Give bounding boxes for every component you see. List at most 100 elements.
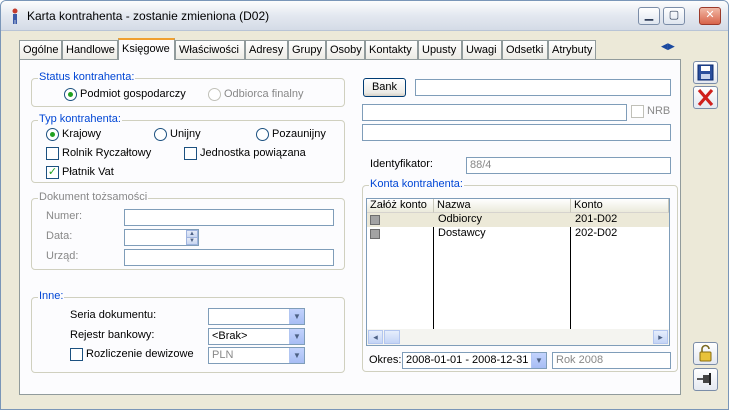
- konta-table[interactable]: Załóż konto Nazwa Konto Odbiorcy 201-D02…: [366, 198, 670, 346]
- chevron-down-icon[interactable]: ▼: [289, 329, 304, 344]
- row-nazwa: Odbiorcy: [438, 213, 483, 225]
- identyfikator-value: 88/4: [470, 159, 492, 171]
- okres-value: 2008-01-01 - 2008-12-31: [406, 354, 529, 366]
- cancel-icon: [697, 88, 714, 107]
- data-label: Data:: [46, 230, 73, 242]
- typ-group: Typ kontrahenta: Krajowy Unijny Pozaunij…: [31, 113, 345, 183]
- padlock-icon: [699, 344, 712, 362]
- nrb-checkbox: [631, 105, 644, 118]
- cancel-button[interactable]: [693, 86, 718, 109]
- pozaunijny-label: Pozaunijny: [272, 128, 326, 140]
- okres-select[interactable]: 2008-01-01 - 2008-12-31 ▼: [402, 352, 547, 369]
- tab-adresy[interactable]: Adresy: [245, 40, 288, 59]
- urzad-label: Urząd:: [46, 250, 79, 262]
- rozliczenie-dewizowe-checkbox[interactable]: [70, 348, 83, 361]
- scroll-thumb[interactable]: [384, 330, 400, 344]
- radio-unijny[interactable]: [154, 128, 167, 141]
- rejestr-bankowy-select[interactable]: <Brak> ▼: [208, 328, 305, 345]
- tab-scroll-right-icon[interactable]: ▶: [668, 41, 675, 51]
- urzad-input[interactable]: [124, 249, 334, 266]
- waluta-value: PLN: [212, 349, 234, 361]
- zaloz-konto-checkbox[interactable]: [370, 215, 380, 225]
- tab-handlowe[interactable]: Handlowe: [62, 40, 118, 59]
- column-header-konto[interactable]: Konto: [571, 199, 669, 213]
- chevron-down-icon[interactable]: ▼: [531, 353, 546, 368]
- rolnik-ryczaltowy-label: Rolnik Ryczałtowy: [62, 147, 152, 159]
- radio-pozaunijny[interactable]: [256, 128, 269, 141]
- rejestr-bankowy-value: <Brak>: [212, 330, 248, 342]
- tab-osoby[interactable]: Osoby: [326, 40, 365, 59]
- numer-label: Numer:: [46, 210, 83, 222]
- scroll-left-icon[interactable]: ◂: [368, 330, 383, 344]
- tab-strip: Ogólne Handlowe Księgowe Właściwości Adr…: [19, 38, 679, 60]
- tab-content-ksiegowe: Status kontrahenta: Podmiot gospodarczy …: [19, 59, 681, 395]
- tab-odsetki[interactable]: Odsetki: [502, 40, 548, 59]
- rolnik-ryczaltowy-checkbox[interactable]: [46, 147, 59, 160]
- konta-legend: Konta kontrahenta:: [369, 178, 464, 190]
- chevron-down-icon: ▼: [289, 348, 304, 363]
- radio-podmiot-gospodarczy[interactable]: [64, 88, 77, 101]
- seria-dokumentu-select[interactable]: ▼: [208, 308, 305, 325]
- tab-upusty[interactable]: Upusty: [418, 40, 462, 59]
- jednostka-powiazana-checkbox[interactable]: [184, 147, 197, 160]
- column-header-zaloz-konto[interactable]: Załóż konto: [367, 199, 434, 213]
- jednostka-powiazana-label: Jednostka powiązana: [200, 147, 306, 159]
- radio-krajowy[interactable]: [46, 128, 59, 141]
- tab-ogolne[interactable]: Ogólne: [19, 40, 62, 59]
- person-icon: [12, 8, 18, 24]
- table-row[interactable]: Odbiorcy 201-D02: [367, 213, 669, 227]
- scroll-right-icon[interactable]: ▸: [653, 330, 668, 344]
- status-legend: Status kontrahenta:: [38, 71, 136, 83]
- account-number-input[interactable]: [362, 104, 627, 121]
- pin-button[interactable]: [693, 368, 718, 391]
- horizontal-scrollbar[interactable]: ◂ ▸: [367, 329, 669, 345]
- pin-icon: [697, 373, 711, 385]
- tab-grupy[interactable]: Grupy: [288, 40, 326, 59]
- unijny-label: Unijny: [170, 128, 201, 140]
- rok-input: Rok 2008: [552, 352, 671, 369]
- zaloz-konto-checkbox[interactable]: [370, 229, 380, 239]
- tab-ksiegowe[interactable]: Księgowe: [118, 38, 175, 60]
- okres-label: Okres:: [369, 354, 402, 366]
- window: Karta kontrahenta - zostanie zmieniona (…: [0, 0, 729, 410]
- numer-input[interactable]: [124, 209, 334, 226]
- data-input[interactable]: ▲ ▼: [124, 229, 199, 246]
- bank-name-input[interactable]: [415, 79, 671, 96]
- rejestr-bankowy-label: Rejestr bankowy:: [70, 329, 155, 341]
- title-bar[interactable]: Karta kontrahenta - zostanie zmieniona (…: [1, 1, 728, 31]
- column-header-nazwa[interactable]: Nazwa: [434, 199, 571, 213]
- row-konto: 201-D02: [575, 213, 618, 225]
- bank-address-input[interactable]: [362, 124, 671, 141]
- spin-down-icon[interactable]: ▼: [186, 237, 198, 245]
- dokument-legend: Dokument tożsamości: [38, 191, 149, 203]
- tab-kontakty[interactable]: Kontakty: [365, 40, 418, 59]
- tab-atrybuty[interactable]: Atrybuty: [548, 40, 596, 59]
- save-icon: [697, 64, 714, 81]
- tab-wlasciwosci[interactable]: Właściwości: [175, 40, 245, 59]
- status-group: Status kontrahenta: Podmiot gospodarczy …: [31, 71, 345, 107]
- unlock-button[interactable]: [693, 342, 718, 365]
- row-nazwa: Dostawcy: [438, 227, 486, 239]
- seria-dokumentu-label: Seria dokumentu:: [70, 309, 157, 321]
- maximize-button[interactable]: ▢: [663, 7, 685, 25]
- platnik-vat-checkbox[interactable]: ✓: [46, 166, 59, 179]
- save-button[interactable]: [693, 61, 718, 84]
- platnik-vat-label: Płatnik Vat: [62, 166, 114, 178]
- row-konto: 202-D02: [575, 227, 618, 239]
- minimize-icon: ▁: [644, 9, 654, 21]
- minimize-button[interactable]: ▁: [638, 7, 660, 25]
- tab-scroll-left-icon[interactable]: ◀: [661, 41, 668, 51]
- tab-uwagi[interactable]: Uwagi: [462, 40, 502, 59]
- chevron-down-icon[interactable]: ▼: [289, 309, 304, 324]
- tab-scroll-arrows[interactable]: ◀▶: [661, 41, 675, 52]
- radio-odbiorca-finalny: [208, 88, 221, 101]
- close-button[interactable]: ✕: [699, 7, 721, 25]
- nrb-label: NRB: [647, 105, 671, 117]
- window-title: Karta kontrahenta - zostanie zmieniona (…: [27, 9, 270, 23]
- table-row[interactable]: Dostawcy 202-D02: [367, 227, 669, 241]
- close-icon: ✕: [705, 9, 715, 21]
- maximize-icon: ▢: [668, 9, 680, 21]
- krajowy-label: Krajowy: [62, 128, 102, 140]
- rok-value: Rok 2008: [556, 354, 604, 366]
- bank-button[interactable]: Bank: [363, 78, 406, 97]
